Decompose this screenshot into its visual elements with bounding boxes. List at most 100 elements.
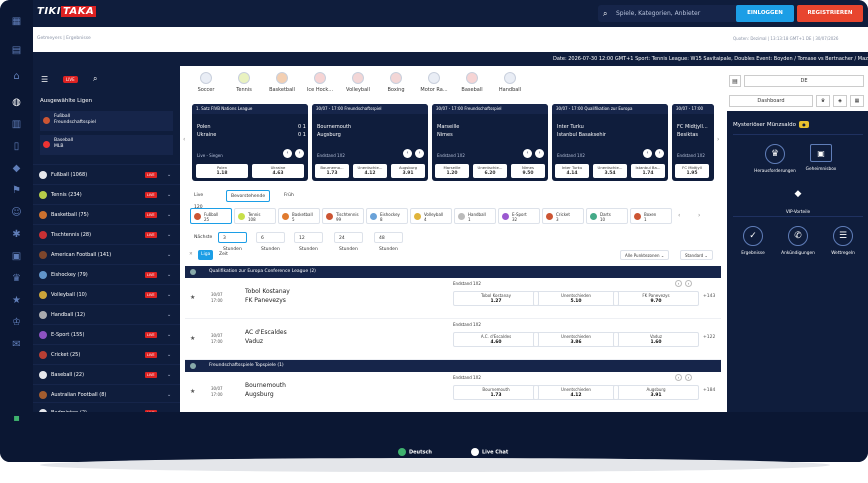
chevron-right-icon[interactable]: › — [685, 374, 692, 381]
match-row[interactable]: ★ 30/07 17:00 Tobol Kostanay FK Panevezys… — [185, 279, 721, 319]
home-icon[interactable]: ⌂ — [10, 70, 23, 83]
hours-option[interactable]: 3 Stunden — [218, 232, 247, 252]
chevron-right-icon[interactable]: › — [685, 280, 692, 287]
chevron-left-icon[interactable]: ‹ — [403, 149, 412, 158]
sports-icon[interactable]: ◍ — [10, 96, 23, 109]
chip-darts[interactable]: Darts 10 — [586, 208, 628, 224]
chevron-left-icon[interactable]: ‹ — [183, 136, 185, 143]
mystery-box-tile[interactable]: ▣ Geheimnisbox — [791, 144, 851, 172]
sort-dropdown[interactable]: Standard ⌄ — [680, 250, 713, 260]
gift-icon[interactable]: ✱ — [10, 228, 23, 241]
register-button[interactable]: REGISTRIEREN — [797, 5, 863, 22]
grid-icon[interactable]: ▦ — [10, 15, 23, 28]
odds-button[interactable]: Vaduz 1.60 — [613, 332, 699, 347]
chip-boxing[interactable]: Boxen 1 — [630, 208, 672, 224]
odds-button[interactable]: Unentschieden 5.10 — [533, 291, 619, 306]
odds-button[interactable]: Unentschieden 4.12 — [533, 385, 619, 400]
star-icon[interactable]: ★ — [10, 294, 23, 307]
rules-tile[interactable]: ☰ Wettregeln — [813, 226, 868, 256]
chevron-left-icon[interactable]: ‹ — [678, 212, 680, 219]
betslip-icon[interactable]: ▤ — [729, 75, 741, 87]
chevron-right-icon[interactable]: › — [415, 149, 424, 158]
sidebar-item-table-tennis[interactable]: Tischtennis (28) LIVE ⌄ — [33, 224, 180, 244]
flag-icon[interactable]: ⚑ — [10, 184, 23, 197]
shield-icon[interactable]: ◈ — [833, 95, 847, 107]
cards-icon[interactable]: ▯ — [10, 140, 23, 153]
breadcrumb[interactable]: Getmeyers | Ergebnisse — [37, 36, 91, 41]
odds-button[interactable]: Bournemo... 1.73 — [315, 164, 349, 178]
odds-button[interactable]: Unentschie... 3.54 — [593, 164, 627, 178]
star-icon[interactable]: ★ — [190, 294, 195, 301]
star-icon[interactable]: ★ — [190, 335, 195, 342]
odds-button[interactable]: Bournemouth 1.73 — [453, 385, 539, 400]
sport-tab-boxing[interactable]: Boxing — [378, 70, 414, 93]
chevron-left-icon[interactable]: ‹ — [675, 374, 682, 381]
hours-option[interactable]: 12 Stunden — [294, 232, 323, 252]
sidebar-item-basketball[interactable]: Basketball (75) LIVE ⌄ — [33, 204, 180, 224]
featured-match-card[interactable]: 30/07 - 17:00 Qualifikation zur Europa I… — [552, 104, 668, 181]
chip-basketball[interactable]: Basketball 5 — [278, 208, 320, 224]
chevron-left-icon[interactable]: ‹ — [283, 149, 292, 158]
sport-tab-tennis[interactable]: Tennis — [226, 70, 262, 93]
odds-button[interactable]: FC Midtjyll 1.95 — [675, 164, 709, 178]
odds-button[interactable]: Polen 1.18 — [196, 164, 248, 178]
featured-match-card[interactable]: 30/07 - 17:00 Freundschaftsspiel Bournem… — [312, 104, 428, 181]
language-select[interactable]: DE — [744, 75, 864, 87]
language-icon[interactable]: ▪ — [10, 412, 23, 425]
favorite-league[interactable]: Fußball Freundschaftsspiel — [40, 111, 173, 131]
odds-button[interactable]: Augsburg 3.91 — [391, 164, 425, 178]
tab-upcoming[interactable]: Bevorstehende — [226, 190, 271, 202]
vip-tile[interactable]: ◆ VIP-Vorteile — [768, 185, 828, 215]
chevron-right-icon[interactable]: › — [717, 136, 719, 143]
chevron-right-icon[interactable]: › — [535, 149, 544, 158]
tab-live[interactable]: Live 120 — [190, 190, 207, 210]
sport-tab-ice-hockey[interactable]: Ice Hock... — [302, 70, 338, 93]
chip-esport[interactable]: E-Sport 32 — [498, 208, 540, 224]
promo-icon[interactable]: ▣ — [10, 250, 23, 263]
market-dropdown[interactable]: Alle Punktezonen ⌄ — [620, 250, 670, 260]
close-icon[interactable]: ✕ — [186, 250, 196, 260]
match-row[interactable]: ★ 30/07 17:00 Bournemouth Augsburg Endsta… — [185, 373, 721, 413]
search-icon[interactable]: ⌕ — [93, 74, 97, 84]
match-row[interactable]: ★ 30/07 17:00 AC d'Escaldes Vaduz Endstan… — [185, 320, 721, 360]
chip-cricket[interactable]: Cricket 3 — [542, 208, 584, 224]
chevron-left-icon[interactable]: ‹ — [523, 149, 532, 158]
odds-format-info[interactable]: Quoten: Dezimal | 13:13:18 GMT+1 DE | 30… — [733, 36, 838, 41]
chevron-left-icon[interactable]: ‹ — [643, 149, 652, 158]
casino-icon[interactable]: ▥ — [10, 118, 23, 131]
odds-button[interactable]: Nimes 9.50 — [511, 164, 545, 178]
menu-icon[interactable]: ☰ — [41, 75, 48, 84]
odds-button[interactable]: Unentschie... 4.12 — [353, 164, 387, 178]
chip-football[interactable]: Fußball 25 — [190, 208, 232, 224]
login-button[interactable]: EINLOGGEN — [736, 5, 794, 22]
more-markets-link[interactable]: +122 — [703, 335, 715, 340]
trophy-icon[interactable]: ♛ — [10, 272, 23, 285]
featured-match-card[interactable]: 30/07 - 17:00 Freundschaftsspiel Marseil… — [432, 104, 548, 181]
sport-tab-baseball[interactable]: Baseball — [454, 70, 490, 93]
more-markets-link[interactable]: +184 — [703, 388, 715, 393]
sidebar-item-volleyball[interactable]: Volleyball (10) LIVE ⌄ — [33, 284, 180, 304]
league-header[interactable]: Qualifikation zur Europa Conference Leag… — [185, 266, 721, 278]
sidebar-item-ice-hockey[interactable]: Eishockey (79) LIVE ⌄ — [33, 264, 180, 284]
dashboard-button[interactable]: Dashboard — [729, 95, 813, 107]
trophy-icon[interactable]: ♛ — [816, 95, 830, 107]
crown-icon[interactable]: ♔ — [10, 316, 23, 329]
sport-tab-volleyball[interactable]: Volleyball — [340, 70, 376, 93]
sidebar-item-tennis[interactable]: Tennis (234) LIVE ⌄ — [33, 184, 180, 204]
chip-ice-hockey[interactable]: Eishockey 8 — [366, 208, 408, 224]
featured-match-card[interactable]: 1. Satz FIVB Nations League Polen Ukrain… — [192, 104, 308, 181]
hours-option[interactable]: 24 Stunden — [334, 232, 363, 252]
tab-liga[interactable]: Liga — [198, 250, 214, 260]
tab-early[interactable]: Früh — [280, 190, 298, 202]
odds-button[interactable]: Tobol Kostanay 1.27 — [453, 291, 539, 306]
odds-button[interactable]: Unentschieden 3.86 — [533, 332, 619, 347]
more-markets-link[interactable]: +143 — [703, 294, 715, 299]
chevron-right-icon[interactable]: › — [295, 149, 304, 158]
sport-tab-motor-racing[interactable]: Motor Ra... — [416, 70, 452, 93]
sidebar-item-football[interactable]: Fußball (1068) LIVE ⌄ — [33, 164, 180, 184]
language-button[interactable]: Deutsch — [398, 448, 432, 456]
odds-button[interactable]: Augsburg 3.91 — [613, 385, 699, 400]
odds-button[interactable]: Unentschie... 6.20 — [473, 164, 507, 178]
league-header[interactable]: Freundschaftsspiele Topspiele (1) — [185, 360, 721, 372]
chat-icon[interactable]: ✉ — [10, 338, 23, 351]
